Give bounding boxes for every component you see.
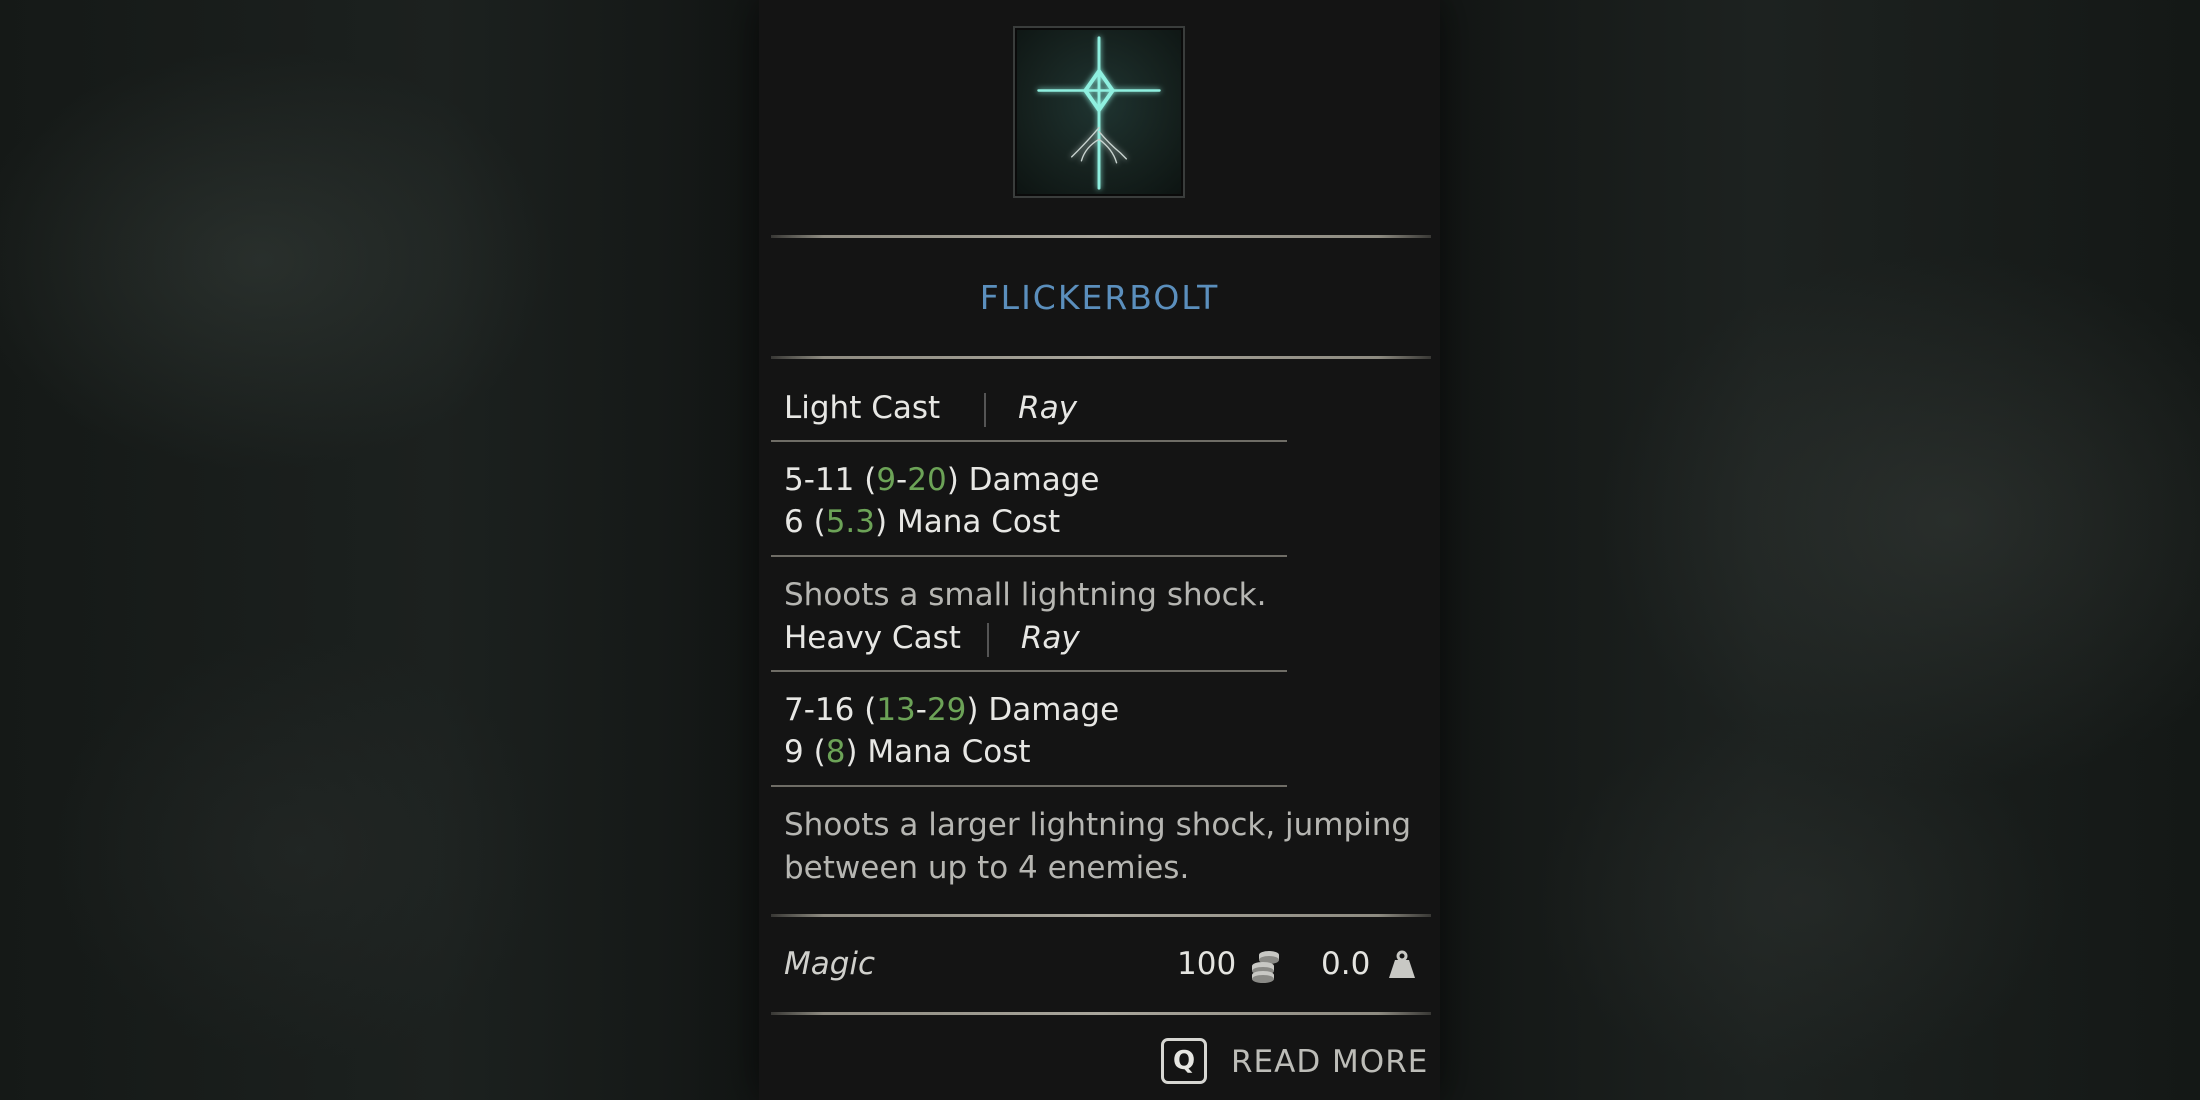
item-tooltip-panel: FLICKERBOLT Light Cast Ray 5-11 (9-20) Da… xyxy=(759,0,1440,1100)
divider xyxy=(771,235,1431,238)
item-category: Magic xyxy=(784,946,876,982)
divider xyxy=(771,670,1287,672)
separator xyxy=(986,622,989,657)
light-cast-header: Light Cast Ray xyxy=(784,390,1077,427)
read-more-button[interactable]: READ MORE xyxy=(1231,1044,1428,1080)
item-value: 100 xyxy=(1177,946,1237,982)
light-cast-mana: 6 (5.3) Mana Cost xyxy=(784,504,1061,540)
read-more-key-hint[interactable]: Q xyxy=(1161,1038,1207,1084)
item-title: FLICKERBOLT xyxy=(979,278,1220,317)
heavy-cast-description-line2: between up to 4 enemies. xyxy=(784,850,1190,886)
damage-bonus-min: 13 xyxy=(876,692,916,728)
damage-bonus-min: 9 xyxy=(876,462,897,498)
divider xyxy=(771,440,1287,442)
heavy-cast-type: Ray xyxy=(1020,620,1080,656)
heavy-cast-header: Heavy Cast Ray xyxy=(784,620,1080,657)
mana-label: Mana Cost xyxy=(896,504,1061,540)
damage-label: Damage xyxy=(988,692,1120,728)
heavy-cast-damage: 7-16 (13-29) Damage xyxy=(784,692,1120,728)
mana-base: 6 xyxy=(784,504,804,540)
divider xyxy=(771,1012,1431,1015)
damage-bonus-max: 20 xyxy=(907,462,947,498)
divider xyxy=(771,914,1431,917)
light-cast-description: Shoots a small lightning shock. xyxy=(784,577,1267,613)
damage-base: 5-11 xyxy=(784,462,855,498)
mana-bonus: 5.3 xyxy=(825,504,875,540)
mana-bonus: 8 xyxy=(825,734,846,770)
flickerbolt-rune-icon xyxy=(1013,26,1185,198)
item-weight: 0.0 xyxy=(1321,946,1371,982)
divider xyxy=(771,555,1287,557)
weight-icon xyxy=(1389,950,1415,978)
mana-base: 9 xyxy=(784,734,804,770)
damage-label: Damage xyxy=(968,462,1100,498)
mana-label: Mana Cost xyxy=(867,734,1031,770)
light-cast-type: Ray xyxy=(1018,390,1078,426)
light-cast-damage: 5-11 (9-20) Damage xyxy=(784,462,1100,498)
heavy-cast-label: Heavy Cast xyxy=(784,620,961,656)
coins-icon xyxy=(1252,951,1279,983)
separator xyxy=(984,392,987,427)
heavy-cast-mana: 9 (8) Mana Cost xyxy=(784,734,1031,770)
divider xyxy=(771,785,1287,787)
divider xyxy=(771,356,1431,359)
light-cast-label: Light Cast xyxy=(784,390,941,426)
heavy-cast-description-line1: Shoots a larger lightning shock, jumping xyxy=(784,807,1412,843)
damage-bonus-max: 29 xyxy=(926,692,967,728)
damage-base: 7-16 xyxy=(784,692,855,728)
